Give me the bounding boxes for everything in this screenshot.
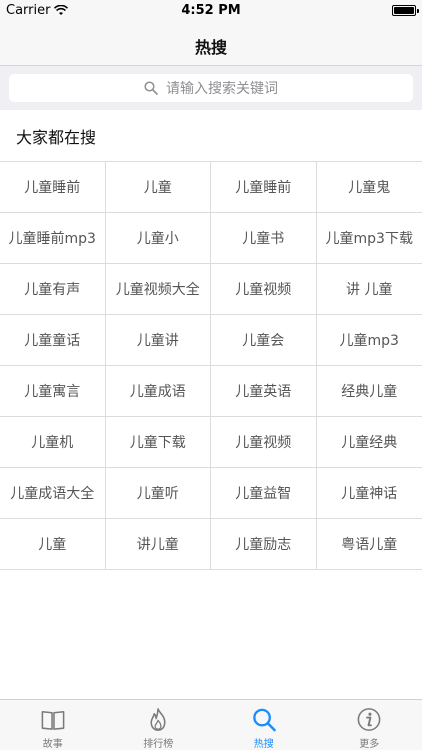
tab-ranking[interactable]: 排行榜 (106, 700, 212, 750)
grid-row: 儿童童话 儿童讲 儿童会 儿童mp3 (0, 315, 422, 366)
search-input[interactable]: 请输入搜索关键词 (9, 74, 413, 102)
search-icon (252, 708, 276, 732)
search-placeholder: 请输入搜索关键词 (166, 81, 278, 97)
hot-search-keyword[interactable]: 儿童视频 (211, 417, 317, 467)
hot-search-keyword[interactable]: 儿童成语 (106, 366, 211, 416)
hot-search-keyword[interactable]: 讲 儿童 (317, 264, 422, 314)
hot-search-grid: 儿童睡前 儿童 儿童睡前 儿童鬼 儿童睡前mp3 儿童小 儿童书 儿童mp3下载 儿童有声 儿童视… (0, 161, 422, 570)
hot-search-keyword[interactable]: 儿童益智 (211, 468, 317, 518)
hot-search-keyword[interactable]: 儿童童话 (0, 315, 106, 365)
grid-row: 儿童睡前 儿童 儿童睡前 儿童鬼 (0, 162, 422, 213)
hot-search-keyword[interactable]: 儿童视频 (211, 264, 317, 314)
hot-search-keyword[interactable]: 儿童经典 (317, 417, 422, 467)
hot-search-keyword[interactable]: 儿童机 (0, 417, 106, 467)
hot-search-keyword[interactable]: 儿童睡前mp3 (0, 213, 106, 263)
hot-search-keyword[interactable]: 儿童听 (106, 468, 211, 518)
book-icon (41, 711, 65, 730)
grid-row: 儿童成语大全 儿童听 儿童益智 儿童神话 (0, 468, 422, 519)
section-title: 大家都在搜 (16, 128, 97, 147)
tab-label: 更多 (359, 739, 380, 750)
tab-label: 故事 (42, 739, 63, 750)
hot-search-keyword[interactable]: 儿童讲 (106, 315, 211, 365)
grid-row: 儿童寓言 儿童成语 儿童英语 经典儿童 (0, 366, 422, 417)
flame-icon (150, 708, 166, 731)
hot-search-keyword[interactable]: 儿童会 (211, 315, 317, 365)
search-bar-container: 请输入搜索关键词 (0, 66, 422, 110)
grid-row: 儿童 讲儿童 儿童励志 粤语儿童 (0, 519, 422, 570)
hot-search-keyword[interactable]: 儿童神话 (317, 468, 422, 518)
hot-search-keyword[interactable]: 儿童mp3下载 (317, 213, 422, 263)
tab-more[interactable]: 更多 (317, 700, 422, 750)
hot-search-keyword[interactable]: 儿童有声 (0, 264, 106, 314)
hot-search-keyword[interactable]: 讲儿童 (106, 519, 211, 569)
tab-hot-search[interactable]: 热搜 (211, 700, 317, 750)
hot-search-keyword[interactable]: 儿童睡前 (211, 162, 317, 212)
hot-search-keyword[interactable]: 儿童励志 (211, 519, 317, 569)
hot-search-keyword[interactable]: 儿童英语 (211, 366, 317, 416)
hot-search-keyword[interactable]: 粤语儿童 (317, 519, 422, 569)
hot-search-keyword[interactable]: 儿童 (0, 519, 106, 569)
hot-search-keyword[interactable]: 儿童下载 (106, 417, 211, 467)
hot-search-keyword[interactable]: 儿童书 (211, 213, 317, 263)
hot-search-keyword[interactable]: 儿童寓言 (0, 366, 106, 416)
navigation-bar: 热搜 (0, 22, 422, 66)
status-time: 4:52 PM (181, 3, 241, 18)
battery-icon (392, 5, 419, 16)
tab-stories[interactable]: 故事 (0, 700, 106, 750)
grid-row: 儿童机 儿童下载 儿童视频 儿童经典 (0, 417, 422, 468)
status-bar: Carrier 4:52 PM (0, 0, 422, 22)
hot-search-keyword[interactable]: 儿童小 (106, 213, 211, 263)
hot-search-keyword[interactable]: 儿童成语大全 (0, 468, 106, 518)
search-icon (144, 81, 158, 95)
hot-search-keyword[interactable]: 儿童 (106, 162, 211, 212)
hot-search-keyword[interactable]: 经典儿童 (317, 366, 422, 416)
grid-row: 儿童有声 儿童视频大全 儿童视频讲 儿童 (0, 264, 422, 315)
grid-row: 儿童睡前mp3 儿童小 儿童书 儿童mp3下载 (0, 213, 422, 264)
hot-search-keyword[interactable]: 儿童鬼 (317, 162, 422, 212)
hot-search-keyword[interactable]: 儿童视频大全 (106, 264, 211, 314)
tab-bar: 故事 排行榜 热搜 更多 (0, 699, 422, 750)
tab-label: 排行榜 (143, 739, 174, 750)
tab-label: 热搜 (253, 739, 274, 750)
hot-search-keyword[interactable]: 儿童mp3 (317, 315, 422, 365)
info-icon (357, 708, 381, 731)
page-title: 热搜 (194, 38, 227, 57)
hot-search-keyword[interactable]: 儿童睡前 (0, 162, 106, 212)
